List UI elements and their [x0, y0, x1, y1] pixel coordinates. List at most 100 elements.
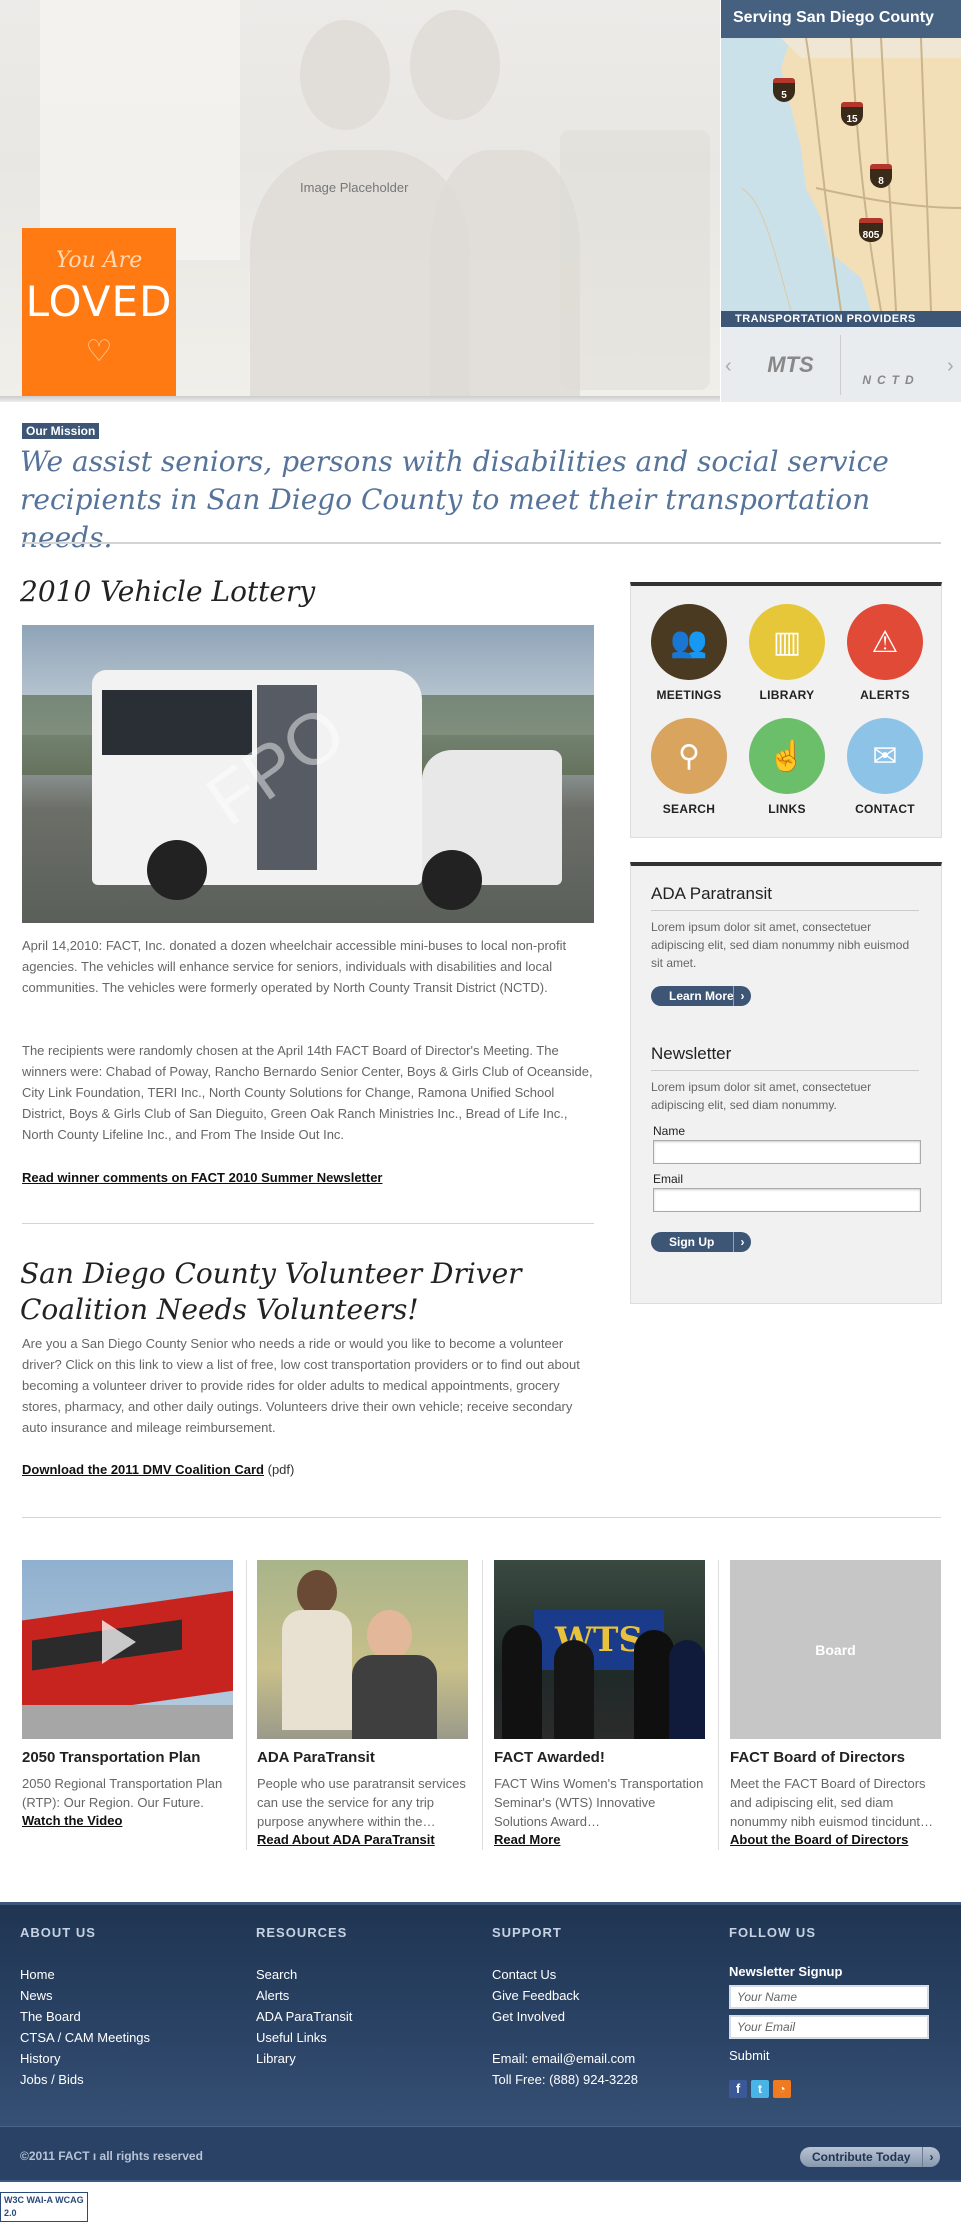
lottery-heading: 2010 Vehicle Lottery: [20, 575, 316, 608]
quick-link-meetings[interactable]: 👥 MEETINGS: [651, 604, 727, 702]
name-label: Name: [653, 1124, 686, 1138]
badge-main-text: LOVED: [25, 277, 173, 326]
feature-desc: 2050 Regional Transportation Plan (RTP):…: [22, 1776, 223, 1810]
nctd-logo[interactable]: NCTD: [841, 335, 941, 395]
feature-desc: People who use paratransit services can …: [257, 1776, 466, 1829]
map-graphic: [721, 38, 961, 311]
footer-bottom-bar: ©2011 FACT ı all rights reserved Contrib…: [0, 2126, 961, 2180]
pointer-hand-icon: ☝: [749, 718, 825, 794]
feature-card: WTS FACT Awarded! FACT Wins Women's Tran…: [494, 1560, 705, 1849]
highway-15-icon: 15: [841, 102, 863, 126]
newsletter-comments-link[interactable]: Read winner comments on FACT 2010 Summer…: [22, 1170, 383, 1185]
ada-title: ADA Paratransit: [651, 884, 919, 911]
newsletter-title: Newsletter: [651, 1044, 919, 1071]
feature-desc: FACT Wins Women's Transportation Seminar…: [494, 1776, 704, 1829]
footer-link-feedback[interactable]: Give Feedback: [492, 1985, 638, 2006]
quick-link-contact[interactable]: ✉ CONTACT: [847, 718, 923, 816]
divider: [22, 542, 941, 544]
newsletter-signup-title: Newsletter Signup: [729, 1964, 843, 1979]
chevron-right-icon: ›: [733, 1232, 751, 1252]
ada-text: Lorem ipsum dolor sit amet, consectetuer…: [651, 920, 910, 970]
highway-805-icon: 805: [859, 218, 883, 242]
footer-about-column: ABOUT US Home News The Board CTSA / CAM …: [20, 1925, 150, 2090]
read-about-paratransit-link[interactable]: Read About ADA ParaTransit: [257, 1832, 435, 1847]
sign-up-button[interactable]: Sign Up ›: [651, 1232, 751, 1252]
about-board-link[interactable]: About the Board of Directors: [730, 1832, 908, 1847]
feature-title: ADA ParaTransit: [257, 1749, 375, 1766]
read-more-link[interactable]: Read More: [494, 1832, 560, 1847]
quick-link-library[interactable]: ▥ LIBRARY: [749, 604, 825, 702]
award-photo[interactable]: WTS: [494, 1560, 705, 1739]
facebook-icon[interactable]: f: [729, 2080, 747, 2098]
play-icon[interactable]: [102, 1620, 136, 1664]
chevron-right-icon: ›: [922, 2147, 940, 2167]
footer-support-column: SUPPORT Contact Us Give Feedback Get Inv…: [492, 1925, 638, 2090]
footer-link-meetings[interactable]: CTSA / CAM Meetings: [20, 2027, 150, 2048]
volunteer-heading: San Diego County Volunteer Driver Coalit…: [20, 1257, 522, 1326]
dmv-card-download-link[interactable]: Download the 2011 DMV Coalition Card: [22, 1462, 264, 1477]
footer-link-useful-links[interactable]: Useful Links: [256, 2027, 352, 2048]
divider: [22, 1517, 941, 1518]
w3c-wcag-badge[interactable]: W3C WAI-A WCAG 2.0: [0, 2192, 88, 2222]
footer-link-library[interactable]: Library: [256, 2048, 352, 2069]
heart-icon: ♡: [85, 335, 113, 368]
san-diego-map[interactable]: 5 15 8 805: [721, 38, 961, 311]
next-arrow-icon[interactable]: ›: [947, 355, 954, 378]
mission-label: Our Mission: [22, 423, 100, 439]
divider: [22, 1223, 594, 1224]
transportation-providers-label: TRANSPORTATION PROVIDERS: [721, 311, 961, 327]
provider-logos: ‹ MTS NCTD ›: [721, 327, 961, 402]
footer-resources-column: RESOURCES Search Alerts ADA ParaTransit …: [256, 1925, 352, 2069]
feature-desc: Meet the FACT Board of Directors and adi…: [730, 1776, 934, 1829]
highway-5-icon: 5: [773, 78, 795, 102]
quick-link-search[interactable]: ⚲ SEARCH: [651, 718, 727, 816]
twitter-icon[interactable]: t: [751, 2080, 769, 2098]
pdf-label: (pdf): [267, 1462, 295, 1477]
mission-statement: We assist seniors, persons with disabili…: [20, 445, 889, 554]
badge-top-text: You Are: [55, 248, 143, 273]
feature-card: ADA ParaTransit People who use paratrans…: [257, 1560, 468, 1849]
meetings-icon: 👥: [651, 604, 727, 680]
footer-link-search[interactable]: Search: [256, 1964, 352, 1985]
board-image-placeholder[interactable]: Board: [730, 1560, 941, 1739]
quick-link-alerts[interactable]: ⚠ ALERTS: [847, 604, 923, 702]
email-input[interactable]: [653, 1188, 921, 1212]
feature-title: 2050 Transportation Plan: [22, 1749, 201, 1766]
footer-submit-button[interactable]: Submit: [729, 2045, 929, 2066]
footer-link-news[interactable]: News: [20, 1985, 150, 2006]
prev-arrow-icon[interactable]: ‹: [725, 355, 732, 378]
footer-link-get-involved[interactable]: Get Involved: [492, 2006, 638, 2027]
trolley-photo[interactable]: [22, 1560, 233, 1739]
footer-link-ada[interactable]: ADA ParaTransit: [256, 2006, 352, 2027]
copyright: ©2011 FACT ı all rights reserved: [20, 2149, 203, 2163]
alert-icon: ⚠: [847, 604, 923, 680]
feature-card: Board FACT Board of Directors Meet the F…: [730, 1560, 941, 1849]
email-label: Email: [653, 1172, 684, 1186]
footer-follow-column: FOLLOW US Newsletter Signup Your Name Yo…: [729, 1925, 929, 2098]
footer-name-input[interactable]: Your Name: [729, 1985, 929, 2009]
footer-link-contact[interactable]: Contact Us: [492, 1964, 638, 1985]
rss-icon[interactable]: ◔: [773, 2080, 791, 2098]
mts-logo[interactable]: MTS: [741, 335, 841, 395]
lottery-paragraph-2: The recipients were randomly chosen at t…: [22, 1043, 593, 1142]
footer-link-history[interactable]: History: [20, 2048, 150, 2069]
footer-email-input[interactable]: Your Email: [729, 2015, 929, 2039]
quick-link-links[interactable]: ☝ LINKS: [749, 718, 825, 816]
lottery-paragraph-1: April 14,2010: FACT, Inc. donated a doze…: [22, 938, 567, 995]
you-are-loved-badge[interactable]: You Are LOVED ♡: [22, 228, 176, 400]
name-input[interactable]: [653, 1140, 921, 1164]
footer-link-alerts[interactable]: Alerts: [256, 1985, 352, 2006]
feature-title: FACT Awarded!: [494, 1749, 605, 1766]
service-map-panel: Serving San Diego County 5 15 8 805 TRAN…: [721, 0, 961, 402]
paratransit-photo[interactable]: [257, 1560, 468, 1739]
footer-link-home[interactable]: Home: [20, 1964, 150, 1985]
footer-link-board[interactable]: The Board: [20, 2006, 150, 2027]
footer-phone: Toll Free: (888) 924-3228: [492, 2072, 638, 2087]
footer-email[interactable]: Email: email@email.com: [492, 2048, 638, 2069]
image-placeholder-label: Image Placeholder: [300, 180, 409, 195]
watch-video-link[interactable]: Watch the Video: [22, 1813, 122, 1828]
library-icon: ▥: [749, 604, 825, 680]
footer-link-jobs[interactable]: Jobs / Bids: [20, 2069, 150, 2090]
contribute-button[interactable]: Contribute Today ›: [800, 2147, 940, 2167]
learn-more-button[interactable]: Learn More ›: [651, 986, 751, 1006]
